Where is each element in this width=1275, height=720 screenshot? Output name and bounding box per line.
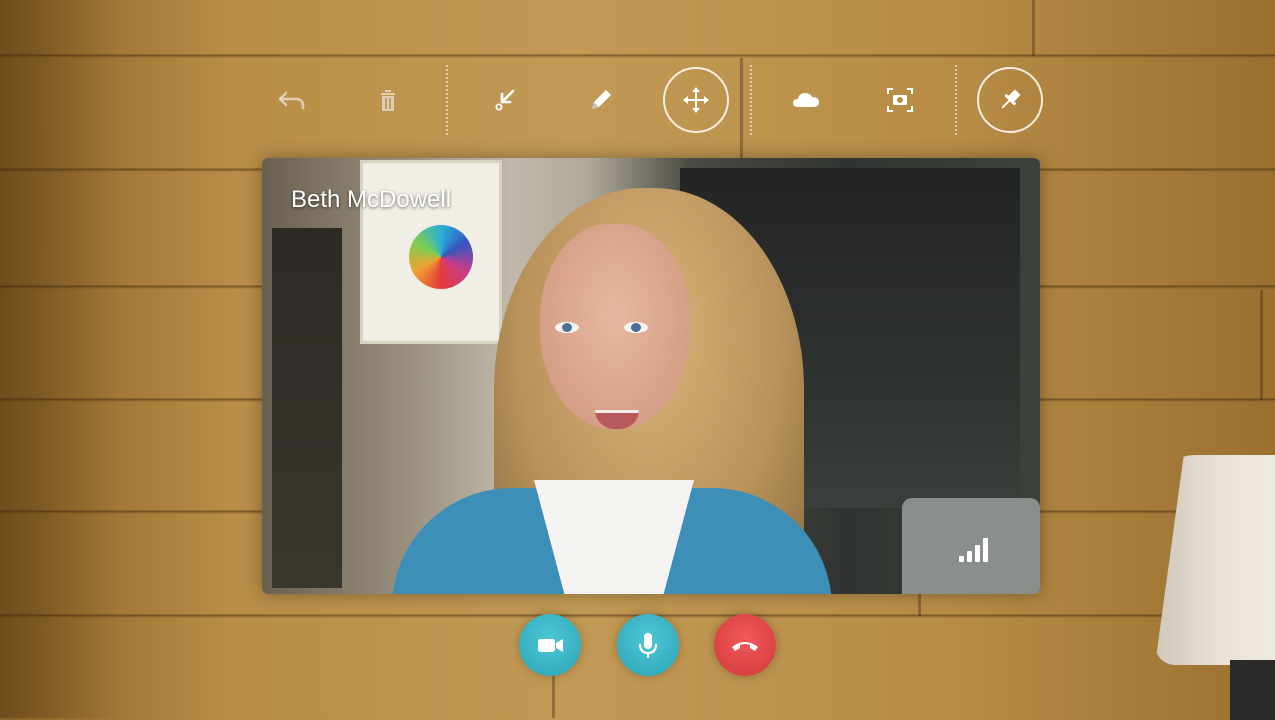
caller-eye [624,322,648,333]
annotation-toolbar [0,0,1275,140]
lamp-shade [1155,455,1275,665]
hang-up-icon [732,642,758,651]
caller-eye [555,322,579,333]
signal-strength-icon [959,534,993,562]
video-feed: Beth McDowell [262,158,1040,594]
camera-capture-icon [887,88,913,112]
end-call-button[interactable] [714,614,776,676]
toolbar-divider [750,65,752,135]
toolbar-divider [446,65,448,135]
wall-seam [1260,290,1263,400]
onedrive-button[interactable] [773,67,839,133]
arrow-button[interactable] [473,67,539,133]
video-toggle-button[interactable] [519,614,581,676]
pushpin-icon [1001,89,1021,109]
microphone-icon [638,633,658,658]
lamp-base [1230,660,1275,720]
cloud-icon [793,93,819,107]
microphone-toggle-button[interactable] [617,614,679,676]
snapshot-button[interactable] [867,67,933,133]
arrow-pointer-icon [495,89,515,111]
move-arrows-icon [683,87,709,113]
pin-button[interactable] [977,67,1043,133]
undo-icon [278,91,305,110]
pen-button[interactable] [568,67,634,133]
undo-button[interactable] [259,67,325,133]
move-button[interactable] [663,67,729,133]
toolbar-divider [955,65,957,135]
trash-icon [381,90,395,111]
caller-name: Beth McDowell [291,186,452,213]
video-camera-icon [538,639,563,652]
delete-button[interactable] [355,67,421,133]
background-shelf [272,228,342,588]
pencil-icon [592,90,611,109]
